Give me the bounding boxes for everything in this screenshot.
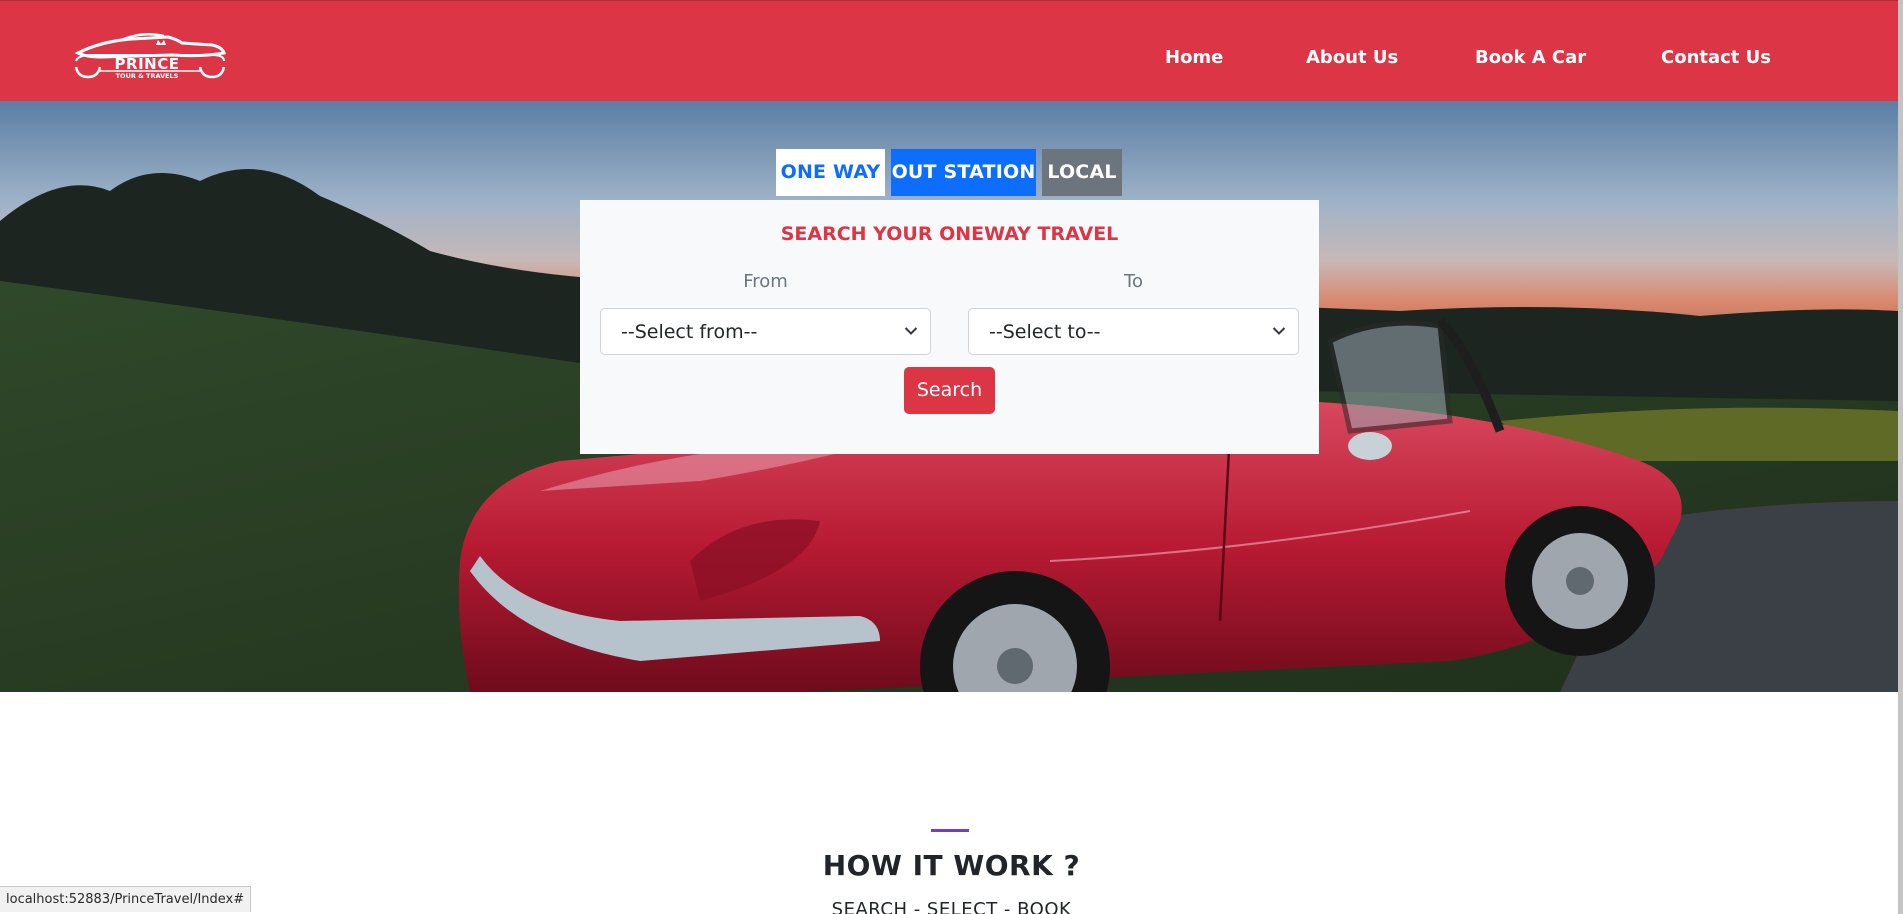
how-it-works-title: HOW IT WORK ?: [822, 849, 1081, 882]
main-nav: Home About Us Book A Car Contact Us: [0, 46, 1903, 70]
nav-home[interactable]: Home: [1165, 46, 1223, 70]
from-select[interactable]: --Select from--: [600, 308, 931, 355]
tab-one-way[interactable]: ONE WAY: [776, 149, 885, 196]
browser-status-bar: localhost:52883/PrinceTravel/Index#: [0, 886, 252, 912]
chevron-down-icon: [904, 327, 918, 335]
logo-tagline: TOUR & TRAVELS: [115, 72, 179, 80]
page-scrollbar[interactable]: [1898, 0, 1903, 914]
from-label: From: [743, 271, 788, 292]
how-it-works-subtitle: SEARCH - SELECT - BOOK: [831, 899, 1072, 914]
tab-out-station[interactable]: OUT STATION: [891, 149, 1036, 196]
nav-contact-us[interactable]: Contact Us: [1661, 46, 1771, 70]
chevron-down-icon: [1272, 327, 1286, 335]
search-panel: SEARCH YOUR ONEWAY TRAVEL From To --Sele…: [580, 200, 1319, 454]
tab-local[interactable]: LOCAL: [1042, 149, 1122, 196]
nav-about-us[interactable]: About Us: [1306, 46, 1398, 70]
site-header: PRINCE TOUR & TRAVELS Home About Us Book…: [0, 0, 1903, 101]
booking-tabs: ONE WAY OUT STATION LOCAL: [0, 149, 1903, 197]
scrollbar-thumb[interactable]: [1898, 0, 1903, 914]
search-button[interactable]: Search: [904, 367, 995, 414]
to-select-value: --Select to--: [989, 321, 1101, 343]
from-select-value: --Select from--: [621, 321, 758, 343]
to-label: To: [1124, 271, 1143, 292]
section-divider: [931, 829, 969, 832]
search-panel-title: SEARCH YOUR ONEWAY TRAVEL: [780, 223, 1119, 245]
to-select[interactable]: --Select to--: [968, 308, 1299, 355]
nav-book-a-car[interactable]: Book A Car: [1475, 46, 1586, 70]
